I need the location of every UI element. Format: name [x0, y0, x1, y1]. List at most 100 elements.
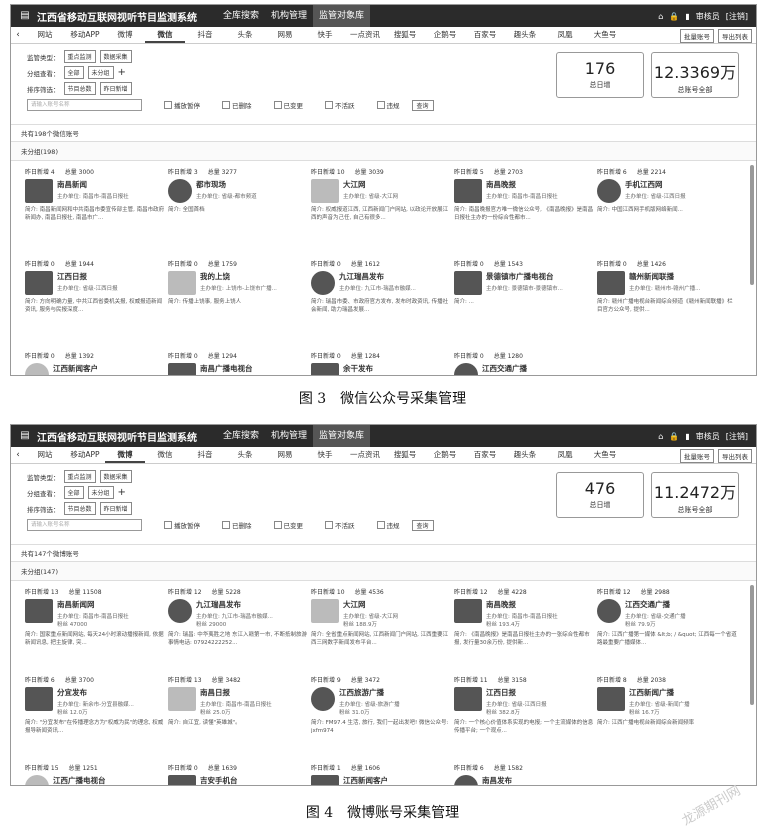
add-group-icon[interactable]: + — [118, 487, 126, 498]
checkbox-2[interactable]: 已变更 — [273, 100, 303, 110]
tab-4[interactable]: 抖音 — [185, 27, 225, 43]
group-chip-1[interactable]: 未分组 — [87, 486, 114, 499]
checkbox-box[interactable] — [376, 521, 385, 529]
account-card[interactable]: 昨日新增 0 总量 1280 江西交通广播 — [454, 351, 594, 375]
checkbox-box[interactable] — [325, 521, 333, 529]
tab-9[interactable]: 搜狐号 — [385, 447, 425, 463]
bell-icon[interactable]: ▮ — [685, 12, 689, 21]
nav-item-1[interactable]: 机构管理 — [265, 425, 313, 447]
nav-item-0[interactable]: 全库搜索 — [217, 5, 265, 27]
group-chip-0[interactable]: 全部 — [63, 66, 84, 79]
type-chip-0[interactable]: 重点监测 — [63, 470, 96, 483]
account-name[interactable]: 南昌日报 — [200, 687, 272, 698]
account-card[interactable]: 昨日新增 10 总量 4536 大江网 主办单位: 省级-大江网 粉丝 188.9万 简介… — [311, 587, 451, 677]
account-name[interactable]: 江西交通广播 — [625, 599, 686, 610]
checkbox-box[interactable] — [164, 521, 172, 529]
account-card[interactable]: 昨日新增 0 总量 1284 余干发布 — [311, 351, 451, 375]
account-card[interactable]: 昨日新增 13 总量 11508 南昌新闻网 主办单位: 南昌市-南昌日报社 粉丝 47… — [25, 587, 165, 677]
account-card[interactable]: 昨日新增 9 总量 3472 江西旅游广播 主办单位: 省级-旅游广播 粉丝 31.0万… — [311, 675, 451, 765]
tab-button-0[interactable]: 批量账号 — [680, 29, 714, 43]
nav-item-2[interactable]: 监管对象库 — [313, 425, 371, 447]
account-name[interactable]: 江西交通广播 — [482, 363, 527, 374]
checkbox-0[interactable]: 播放暂停 — [164, 100, 200, 110]
lock-icon[interactable]: 🔒 — [669, 432, 679, 441]
account-name[interactable]: 江西广播电视台 — [53, 775, 106, 785]
type-chip-1[interactable]: 数据采集 — [99, 470, 132, 483]
tab-11[interactable]: 百家号 — [465, 447, 505, 463]
account-card[interactable]: 昨日新增 0 总量 1392 江西新闻客户 — [25, 351, 165, 375]
logout-link[interactable]: [注销] — [726, 11, 748, 22]
account-name[interactable]: 江西新闻客户 — [53, 363, 98, 374]
tab-5[interactable]: 头条 — [225, 27, 265, 43]
account-name[interactable]: 南昌发布 — [482, 775, 512, 785]
account-name[interactable]: 南昌新闻网 — [57, 599, 129, 610]
account-card[interactable]: 昨日新增 10 总量 3039 大江网 主办单位: 省级-大江网 简介: 权威报道江西,… — [311, 167, 451, 257]
account-name[interactable]: 江西新闻客户 — [343, 775, 388, 785]
group-chip-0[interactable]: 全部 — [63, 486, 84, 499]
account-card[interactable]: 昨日新增 15 总量 1251 江西广播电视台 — [25, 763, 165, 785]
account-card[interactable]: 昨日新增 6 总量 2214 手机江西网 主办单位: 省级-江西日报 简介: 中国江西网… — [597, 167, 737, 257]
query-button[interactable]: 查询 — [411, 519, 434, 531]
account-card[interactable]: 昨日新增 12 总量 5228 九江瑞昌发布 主办单位: 九江市-瑞昌市融媒... 粉丝… — [168, 587, 308, 677]
account-name[interactable]: 都市现场 — [196, 179, 257, 190]
sort-chip-0[interactable]: 节目总数 — [63, 82, 96, 95]
type-chip-0[interactable]: 重点监测 — [63, 50, 96, 63]
account-name[interactable]: 九江瑞昌发布 — [196, 599, 273, 610]
scrollbar[interactable] — [750, 585, 754, 705]
logout-link[interactable]: [注销] — [726, 431, 748, 442]
query-button[interactable]: 查询 — [411, 99, 434, 111]
account-name[interactable]: 余干发布 — [343, 363, 373, 374]
tab-12[interactable]: 趣头条 — [505, 27, 545, 43]
account-name[interactable]: 江西新闻广播 — [629, 687, 690, 698]
account-card[interactable]: 昨日新增 0 总量 1612 九江瑞昌发布 主办单位: 九江市-瑞昌市融媒... 简介:… — [311, 259, 451, 349]
tab-13[interactable]: 凤凰 — [545, 27, 585, 43]
account-name[interactable]: 分宜发布 — [57, 687, 134, 698]
group-header[interactable]: 未分组(147) — [11, 561, 756, 581]
sort-chip-0[interactable]: 节目总数 — [63, 502, 96, 515]
checkbox-4[interactable]: 违规 — [376, 100, 400, 110]
tab-13[interactable]: 凤凰 — [545, 447, 585, 463]
tab-2[interactable]: 微博 — [105, 27, 145, 43]
tab-7[interactable]: 快手 — [305, 27, 345, 43]
tab-10[interactable]: 企鹅号 — [425, 27, 465, 43]
chevron-left-icon[interactable]: ‹ — [11, 450, 25, 460]
account-card[interactable]: 昨日新增 5 总量 2703 南昌晚报 主办单位: 南昌市-南昌日报社 简介: 南昌晚报… — [454, 167, 594, 257]
checkbox-box[interactable] — [325, 101, 333, 109]
checkbox-box[interactable] — [222, 101, 230, 109]
account-name[interactable]: 赣州新闻联播 — [629, 271, 700, 282]
account-name[interactable]: 手机江西网 — [625, 179, 686, 190]
checkbox-box[interactable] — [273, 101, 282, 109]
tab-3[interactable]: 微信 — [145, 447, 185, 463]
account-name[interactable]: 江西日报 — [486, 687, 547, 698]
account-card[interactable]: 昨日新增 0 总量 1759 我的上饶 主办单位: 上饶市-上饶市广播... 简介: 传… — [168, 259, 308, 349]
account-name[interactable]: 景德镇市广播电视台 — [486, 271, 563, 282]
tab-1[interactable]: 移动APP — [65, 27, 105, 43]
tab-7[interactable]: 快手 — [305, 447, 345, 463]
search-input[interactable]: 请输入账号名称 — [27, 99, 142, 111]
sort-chip-1[interactable]: 昨日新增 — [99, 502, 132, 515]
checkbox-1[interactable]: 已删除 — [222, 100, 252, 110]
checkbox-box[interactable] — [222, 521, 230, 529]
tab-3[interactable]: 微信 — [145, 27, 185, 43]
account-card[interactable]: 昨日新增 13 总量 3482 南昌日报 主办单位: 南昌市-南昌日报社 粉丝 25.0… — [168, 675, 308, 765]
tab-14[interactable]: 大鱼号 — [585, 447, 625, 463]
group-chip-1[interactable]: 未分组 — [87, 66, 114, 79]
checkbox-box[interactable] — [273, 521, 282, 529]
tab-0[interactable]: 网站 — [25, 447, 65, 463]
checkbox-box[interactable] — [164, 101, 172, 109]
checkbox-3[interactable]: 不活跃 — [325, 100, 355, 110]
tab-11[interactable]: 百家号 — [465, 27, 505, 43]
tab-1[interactable]: 移动APP — [65, 447, 105, 463]
account-card[interactable]: 昨日新增 12 总量 2988 江西交通广播 主办单位: 省级-交通广播 粉丝 79.9… — [597, 587, 737, 677]
checkbox-box[interactable] — [376, 101, 385, 109]
tab-10[interactable]: 企鹅号 — [425, 447, 465, 463]
tab-8[interactable]: 一点资讯 — [345, 447, 385, 463]
account-card[interactable]: 昨日新增 6 总量 1582 南昌发布 — [454, 763, 594, 785]
checkbox-2[interactable]: 已变更 — [273, 520, 303, 530]
account-name[interactable]: 大江网 — [343, 179, 398, 190]
account-card[interactable]: 昨日新增 1 总量 1606 江西新闻客户 — [311, 763, 451, 785]
account-name[interactable]: 南昌新闻 — [57, 179, 129, 190]
account-card[interactable]: 昨日新增 0 总量 1294 南昌广播电视台 — [168, 351, 308, 375]
checkbox-3[interactable]: 不活跃 — [325, 520, 355, 530]
tab-9[interactable]: 搜狐号 — [385, 27, 425, 43]
